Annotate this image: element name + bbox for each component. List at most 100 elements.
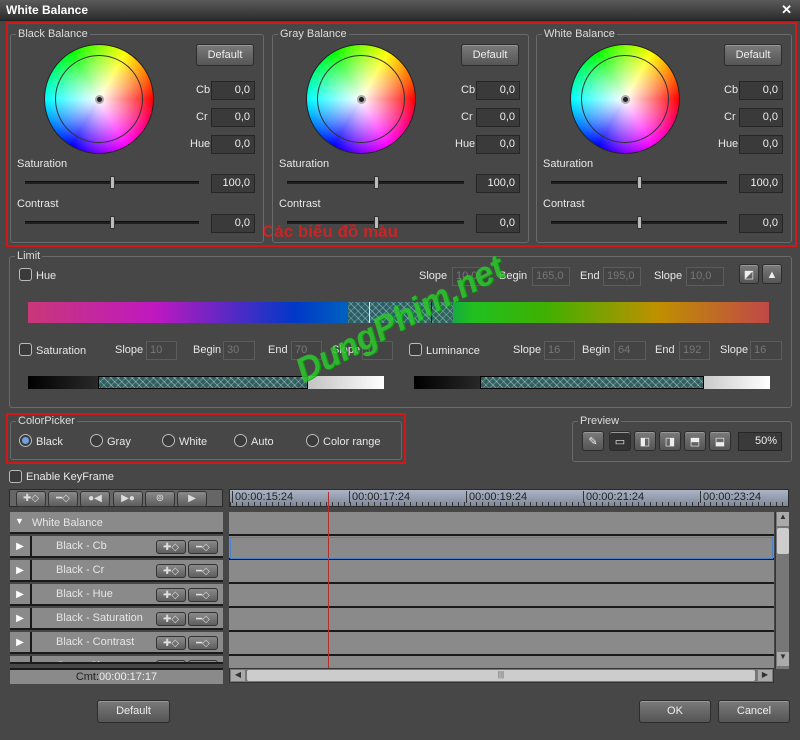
vertical-scrollbar[interactable]: ▲ ▼ (775, 512, 789, 669)
contrast-field[interactable]: 0,0 (739, 214, 783, 233)
cb-field[interactable]: 0,0 (476, 81, 520, 100)
luminance-slope2-field[interactable]: 16 (750, 341, 782, 360)
cancel-button[interactable]: Cancel (718, 700, 790, 723)
collapse-icon[interactable]: ▼ (15, 516, 24, 526)
luminance-selected-range[interactable] (480, 376, 704, 389)
next-keyframe-button[interactable]: ▶● (113, 491, 143, 507)
colorpicker-radio-gray[interactable] (90, 434, 103, 447)
wheel-picker-handle[interactable] (621, 95, 630, 104)
default-button[interactable]: Default (97, 700, 170, 723)
hue-field[interactable]: 0,0 (739, 135, 783, 154)
color-wheel[interactable] (44, 44, 154, 154)
contrast-slider[interactable] (551, 216, 727, 229)
timeline-area[interactable] (229, 512, 774, 669)
saturation-begin-field[interactable]: 30 (223, 341, 255, 360)
expand-icon[interactable]: ▶ (10, 656, 32, 662)
add-keyframe-button[interactable]: ✚◇ (156, 612, 186, 626)
close-button[interactable]: ✕ (781, 2, 792, 18)
add-keyframe-button[interactable]: ✚◇ (156, 636, 186, 650)
colorpicker-option-label[interactable]: Auto (251, 436, 274, 448)
ok-button[interactable]: OK (639, 700, 711, 723)
histogram-icon[interactable]: ▲ (762, 264, 782, 284)
contrast-slider-thumb[interactable] (373, 216, 379, 229)
colorpicker-option-label[interactable]: Gray (107, 436, 131, 448)
contrast-field[interactable]: 0,0 (211, 214, 255, 233)
cr-field[interactable]: 0,0 (476, 108, 520, 127)
remove-keyframe-button[interactable]: ━◇ (188, 636, 218, 650)
expand-icon[interactable]: ▶ (10, 584, 32, 606)
expand-icon[interactable]: ▶ (10, 560, 32, 582)
contrast-slider[interactable] (287, 216, 464, 229)
expand-icon[interactable]: ▶ (10, 608, 32, 630)
preview-split-left-icon[interactable]: ◧ (634, 431, 656, 451)
saturation-slope1-field[interactable]: 10 (146, 341, 177, 360)
colorpicker-radio-white[interactable] (162, 434, 175, 447)
prev-keyframe-button[interactable]: ●◀ (80, 491, 110, 507)
add-keyframe-button[interactable]: ✚◇ (156, 588, 186, 602)
preview-full-icon[interactable]: ▭ (609, 431, 631, 451)
scroll-right-icon[interactable]: ▶ (758, 670, 772, 681)
hue-begin-field[interactable]: 165,0 (532, 267, 570, 286)
remove-keyframe-button[interactable]: ━◇ (48, 491, 78, 507)
remove-keyframe-button[interactable]: ━◇ (188, 540, 218, 554)
cr-field[interactable]: 0,0 (739, 108, 783, 127)
track-row[interactable]: ▶ Black - Saturation ✚◇ ━◇ (10, 608, 223, 630)
hue-slope2-field[interactable]: 10,0 (686, 267, 724, 286)
playhead[interactable] (328, 492, 329, 668)
colorpicker-radio-auto[interactable] (234, 434, 247, 447)
wheel-picker-handle[interactable] (357, 95, 366, 104)
add-keyframe-button[interactable]: ✚◇ (156, 564, 186, 578)
saturation-field[interactable]: 100,0 (211, 174, 255, 193)
hue-field[interactable]: 0,0 (211, 135, 255, 154)
horizontal-scrollbar[interactable]: ◀ ||| ▶ (229, 668, 774, 683)
track-row[interactable]: ▶ Gray - Cb ✚◇ ━◇ (10, 656, 223, 664)
luminance-slope1-field[interactable]: 16 (544, 341, 575, 360)
scroll-up-icon[interactable]: ▲ (777, 512, 789, 526)
luminance-begin-field[interactable]: 64 (614, 341, 646, 360)
track-row[interactable]: ▶ Black - Hue ✚◇ ━◇ (10, 584, 223, 606)
saturation-slider-thumb[interactable] (637, 176, 642, 189)
scroll-left-icon[interactable]: ◀ (231, 670, 245, 681)
remove-keyframe-button[interactable]: ━◇ (188, 660, 218, 662)
add-keyframe-button[interactable]: ✚◇ (156, 660, 186, 662)
play-button[interactable]: ▶ (177, 491, 207, 507)
expand-icon[interactable]: ▶ (10, 632, 32, 654)
luminance-checkbox[interactable] (409, 343, 422, 356)
cb-field[interactable]: 0,0 (211, 81, 255, 100)
track-row[interactable]: ▶ Black - Contrast ✚◇ ━◇ (10, 632, 223, 654)
saturation-slider-thumb[interactable] (110, 176, 115, 189)
track-row[interactable]: ▶ Black - Cb ✚◇ ━◇ (10, 536, 223, 558)
add-keyframe-button[interactable]: ✚◇ (16, 491, 46, 507)
wheel-picker-handle[interactable] (95, 95, 104, 104)
contrast-field[interactable]: 0,0 (476, 214, 520, 233)
saturation-field[interactable]: 100,0 (476, 174, 520, 193)
add-keyframe-button[interactable]: ✚◇ (156, 540, 186, 554)
cb-field[interactable]: 0,0 (739, 81, 783, 100)
expand-icon[interactable]: ▶ (10, 536, 32, 558)
vertical-scroll-thumb[interactable] (777, 528, 789, 554)
hue-checkbox[interactable] (19, 268, 32, 281)
luminance-range-bar[interactable] (414, 376, 770, 389)
remove-keyframe-button[interactable]: ━◇ (188, 612, 218, 626)
preview-split-bottom-icon[interactable]: ⬓ (709, 431, 731, 451)
saturation-slider[interactable] (287, 176, 464, 189)
invert-icon[interactable]: ◩ (739, 264, 759, 284)
eyedropper-icon[interactable]: ✎ (582, 431, 604, 451)
hue-end-field[interactable]: 195,0 (603, 267, 641, 286)
saturation-slider-thumb[interactable] (373, 176, 379, 189)
cr-field[interactable]: 0,0 (211, 108, 255, 127)
saturation-slider[interactable] (551, 176, 727, 189)
contrast-slider[interactable] (25, 216, 199, 229)
timeline-ruler[interactable]: 00:00:15:24 00:00:17:24 00:00:19:24 00:00:2… (229, 489, 789, 507)
horizontal-scroll-thumb[interactable]: ||| (247, 670, 755, 681)
colorpicker-option-label[interactable]: Color range (323, 436, 380, 448)
saturation-checkbox[interactable] (19, 343, 32, 356)
colorpicker-option-label[interactable]: Black (36, 436, 63, 448)
scroll-down-icon[interactable]: ▼ (777, 652, 789, 666)
group-row[interactable]: ▼ White Balance (10, 512, 223, 534)
panel-default-button[interactable]: Default (461, 44, 519, 66)
remove-keyframe-button[interactable]: ━◇ (188, 588, 218, 602)
hue-field[interactable]: 0,0 (476, 135, 520, 154)
panel-default-button[interactable]: Default (724, 44, 782, 66)
reset-keyframe-button[interactable]: ⊚ (145, 491, 175, 507)
